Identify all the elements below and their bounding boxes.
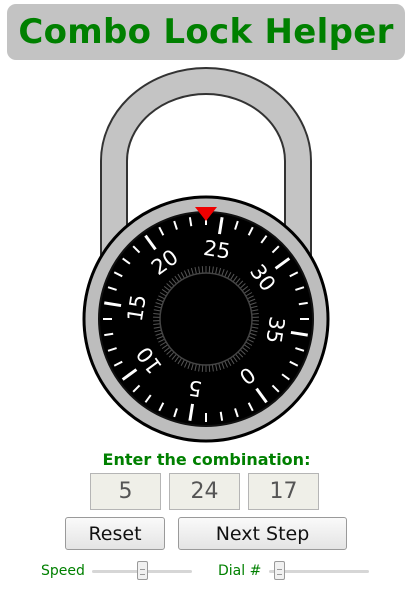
dial-number: 15 <box>123 293 151 323</box>
dial-minor-tick <box>219 411 224 421</box>
speed-slider-thumb[interactable] <box>136 561 148 580</box>
combination-input-2[interactable]: 24 <box>169 473 240 510</box>
next-step-button[interactable]: Next Step <box>178 517 347 550</box>
dial-number-slider-thumb[interactable] <box>273 561 285 580</box>
combination-input-3[interactable]: 17 <box>248 473 319 510</box>
dial-center <box>159 272 253 366</box>
combination-input-1[interactable]: 5 <box>90 473 161 510</box>
dial-number-label: Dial # <box>218 563 262 579</box>
dial-minor-tick <box>298 301 308 306</box>
page-title: Combo Lock Helper <box>18 12 394 52</box>
dial-number: 25 <box>202 236 232 264</box>
dial-minor-tick <box>188 217 193 227</box>
dial-minor-tick <box>104 332 114 337</box>
speed-label: Speed <box>41 563 85 579</box>
combination-lock: 05101520 253035 <box>82 67 330 443</box>
title-bar: Combo Lock Helper <box>7 4 405 60</box>
dial-number: 35 <box>261 315 289 345</box>
combination-prompt: Enter the combination: <box>102 450 311 469</box>
reset-button[interactable]: Reset <box>65 517 165 550</box>
